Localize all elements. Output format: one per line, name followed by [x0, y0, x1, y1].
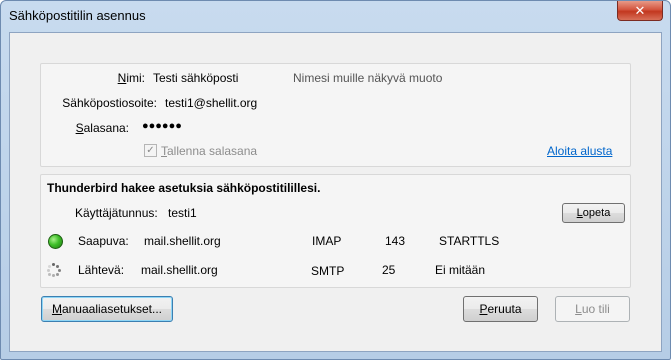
outgoing-port: 25	[382, 263, 396, 277]
name-hint: Nimesi muille näkyvä muoto	[293, 71, 443, 85]
title-bar: Sähköpostitilin asennus ✕	[1, 1, 670, 31]
stop-button[interactable]: Lopeta	[562, 203, 625, 223]
password-field[interactable]: ●●●●●●	[142, 120, 182, 132]
username-value: testi1	[168, 206, 197, 220]
incoming-server: mail.shellit.org	[144, 234, 221, 248]
email-label: Sähköpostiosoite:	[62, 96, 157, 110]
outgoing-protocol: SMTP	[311, 264, 345, 278]
loading-spinner-icon	[47, 263, 61, 277]
remember-password-label: Tallenna salasana	[161, 144, 258, 158]
name-label: Nimi:	[117, 71, 145, 85]
incoming-label: Saapuva:	[78, 234, 129, 248]
outgoing-security: Ei mitään	[435, 263, 486, 277]
remember-password-checkbox[interactable]: ✓	[144, 144, 157, 157]
name-field[interactable]: Testi sähköposti	[153, 71, 238, 85]
cancel-button[interactable]: Peruuta	[463, 296, 538, 322]
window-title: Sähköpostitilin asennus	[9, 8, 146, 23]
close-button[interactable]: ✕	[617, 1, 663, 21]
account-panel: Nimi: Testi sähköposti Nimesi muille näk…	[40, 63, 631, 167]
status-panel: Thunderbird hakee asetuksia sähköpostiti…	[40, 174, 631, 288]
manual-settings-button[interactable]: Manuaaliasetukset...	[41, 296, 173, 322]
setup-dialog: Sähköpostitilin asennus ✕ Nimi: Testi sä…	[0, 0, 671, 360]
outgoing-label: Lähtevä:	[78, 263, 125, 277]
create-account-button[interactable]: Luo tili	[555, 296, 630, 322]
restart-link[interactable]: Aloita alusta	[547, 144, 612, 158]
dialog-content: Nimi: Testi sähköposti Nimesi muille näk…	[9, 32, 662, 352]
email-field[interactable]: testi1@shellit.org	[165, 96, 257, 110]
close-icon: ✕	[634, 2, 646, 18]
incoming-status-icon	[48, 234, 63, 249]
incoming-security: STARTTLS	[439, 234, 500, 248]
incoming-protocol: IMAP	[312, 234, 342, 248]
username-label: Käyttäjätunnus:	[75, 206, 158, 220]
status-heading: Thunderbird hakee asetuksia sähköpostiti…	[47, 181, 321, 195]
password-label: Salasana:	[75, 121, 129, 135]
incoming-port: 143	[385, 234, 406, 248]
outgoing-server: mail.shellit.org	[141, 263, 218, 277]
